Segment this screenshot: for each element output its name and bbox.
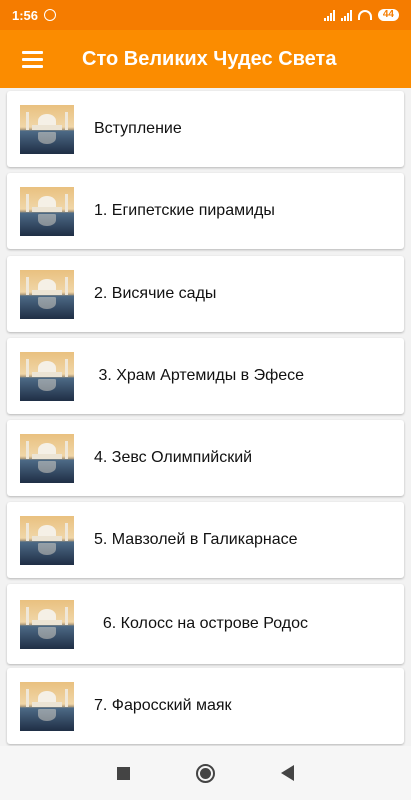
recents-icon[interactable]	[117, 766, 130, 780]
taj-mahal-thumbnail	[20, 681, 74, 731]
list-item-label: 6. Колосс на острове Родос	[94, 615, 309, 632]
status-bar: 1:56 44	[0, 0, 411, 30]
alarm-icon	[44, 9, 57, 21]
list-item[interactable]: 2. Висячие сады	[7, 256, 404, 332]
taj-mahal-thumbnail	[20, 515, 74, 565]
list-item-label: 4. Зевс Олимпийский	[94, 449, 253, 466]
list-item[interactable]: 1. Египетские пирамиды	[7, 173, 404, 249]
list-item[interactable]: 5. Мавзолей в Галикарнасе	[7, 502, 404, 578]
taj-mahal-thumbnail	[20, 599, 74, 649]
chapter-list[interactable]: Вступление 1. Египетские пирамиды 2. Вис…	[0, 88, 411, 746]
list-item-label: Вступление	[94, 120, 182, 137]
home-icon[interactable]	[196, 763, 215, 783]
taj-mahal-thumbnail	[20, 269, 74, 319]
taj-mahal-thumbnail	[20, 351, 74, 401]
system-nav-bar	[0, 746, 411, 800]
wifi-icon	[357, 10, 372, 20]
menu-icon[interactable]	[0, 30, 64, 88]
list-item-label: 5. Мавзолей в Галикарнасе	[94, 531, 298, 548]
battery-icon: 44	[377, 9, 399, 21]
list-item[interactable]: 3. Храм Артемиды в Эфесе	[7, 338, 404, 414]
list-item-label: 7. Фаросский маяк	[94, 697, 232, 714]
taj-mahal-thumbnail	[20, 433, 74, 483]
taj-mahal-thumbnail	[20, 186, 74, 236]
signal-icon-2	[340, 9, 352, 21]
signal-icon	[323, 9, 335, 21]
list-item-label: 1. Египетские пирамиды	[94, 202, 275, 219]
list-item-label: 3. Храм Артемиды в Эфесе	[94, 367, 305, 384]
list-item[interactable]: 4. Зевс Олимпийский	[7, 420, 404, 496]
list-item[interactable]: 7. Фаросский маяк	[7, 668, 404, 744]
list-item-label: 2. Висячие сады	[94, 285, 217, 302]
back-icon[interactable]	[281, 765, 294, 781]
status-time: 1:56	[12, 7, 39, 23]
app-bar: Сто Великих Чудес Света	[0, 30, 411, 88]
page-title: Сто Великих Чудес Света	[82, 47, 337, 70]
list-item[interactable]: Вступление	[7, 91, 404, 167]
taj-mahal-thumbnail	[20, 104, 74, 154]
list-item[interactable]: 6. Колосс на острове Родос	[7, 584, 404, 664]
